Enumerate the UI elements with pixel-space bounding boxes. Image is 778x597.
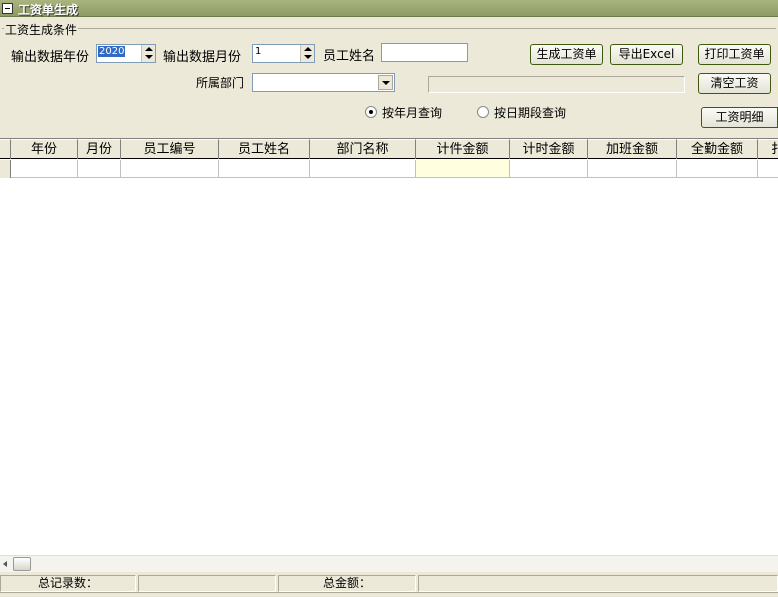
- clear-payroll-button[interactable]: 清空工资: [698, 73, 771, 94]
- column-header-next[interactable]: 扌: [758, 139, 778, 159]
- year-label: 输出数据年份: [11, 50, 90, 65]
- total-amount-value: [418, 575, 778, 592]
- horizontal-scrollbar[interactable]: [0, 555, 778, 572]
- total-records-label: 总记录数：: [0, 575, 136, 592]
- month-spin-buttons[interactable]: [300, 45, 314, 62]
- radio-year-month-label[interactable]: 按年月查询: [382, 104, 442, 121]
- year-value[interactable]: 2020: [98, 46, 126, 57]
- salary-detail-button[interactable]: 工资明细: [701, 107, 778, 128]
- year-spinner[interactable]: 2020: [96, 44, 156, 63]
- column-header-employee-name[interactable]: 员工姓名: [219, 139, 310, 159]
- table-cell[interactable]: [758, 160, 778, 178]
- employee-name-input[interactable]: [381, 43, 468, 62]
- payroll-grid[interactable]: 年份 月份 员工编号 员工姓名 部门名称 计件金额 计时金额 加班金额 全勤金额…: [0, 138, 778, 558]
- conditions-group-title: 工资生成条件: [4, 21, 79, 38]
- total-amount-label: 总金额：: [278, 575, 416, 592]
- table-cell-active[interactable]: [416, 160, 510, 178]
- department-select[interactable]: [252, 73, 395, 92]
- table-cell[interactable]: [121, 160, 219, 178]
- column-header-employee-id[interactable]: 员工编号: [121, 139, 219, 159]
- column-header-department[interactable]: 部门名称: [310, 139, 416, 159]
- window-titlebar: 工资单生成: [0, 0, 778, 17]
- year-spin-buttons[interactable]: [141, 45, 155, 62]
- table-cell[interactable]: [677, 160, 758, 178]
- chevron-down-icon[interactable]: [378, 75, 393, 90]
- header-corner: [0, 139, 11, 159]
- column-header-overtime-amount[interactable]: 加班金额: [588, 139, 677, 159]
- table-cell[interactable]: [588, 160, 677, 178]
- window-title: 工资单生成: [18, 3, 79, 17]
- total-records-value: [138, 575, 276, 592]
- generate-payroll-button[interactable]: 生成工资单: [530, 44, 603, 65]
- scroll-left-icon[interactable]: [3, 561, 7, 567]
- employee-name-label: 员工姓名: [323, 49, 376, 64]
- spin-down-icon[interactable]: [304, 55, 312, 59]
- radio-date-range-label[interactable]: 按日期段查询: [494, 104, 566, 121]
- radio-date-range[interactable]: [477, 106, 489, 118]
- print-payroll-button[interactable]: 打印工资单: [698, 44, 771, 65]
- table-cell[interactable]: [11, 160, 78, 178]
- spin-up-icon[interactable]: [304, 47, 312, 51]
- table-cell[interactable]: [78, 160, 121, 178]
- department-label: 所属部门: [196, 76, 245, 90]
- table-cell[interactable]: [219, 160, 310, 178]
- column-header-month[interactable]: 月份: [78, 139, 121, 159]
- column-header-attendance-amount[interactable]: 全勤金额: [677, 139, 758, 159]
- scroll-thumb[interactable]: [13, 557, 31, 571]
- radio-year-month[interactable]: [365, 106, 377, 118]
- spin-up-icon[interactable]: [145, 47, 153, 51]
- month-spinner[interactable]: 1: [252, 44, 315, 63]
- grid-header: 年份 月份 员工编号 员工姓名 部门名称 计件金额 计时金额 加班金额 全勤金额…: [0, 139, 778, 159]
- month-label: 输出数据月份: [163, 50, 242, 65]
- window-menu-icon[interactable]: [2, 3, 13, 14]
- status-bar-secondary: [0, 592, 778, 597]
- table-cell[interactable]: [310, 160, 416, 178]
- column-header-time-amount[interactable]: 计时金额: [510, 139, 588, 159]
- export-excel-button[interactable]: 导出Excel: [610, 44, 683, 65]
- table-cell[interactable]: [510, 160, 588, 178]
- month-value[interactable]: 1: [254, 46, 262, 57]
- progress-bar: [428, 76, 685, 93]
- column-header-year[interactable]: 年份: [11, 139, 78, 159]
- table-row[interactable]: [0, 160, 778, 178]
- spin-down-icon[interactable]: [145, 55, 153, 59]
- column-header-piece-amount[interactable]: 计件金额: [416, 139, 510, 159]
